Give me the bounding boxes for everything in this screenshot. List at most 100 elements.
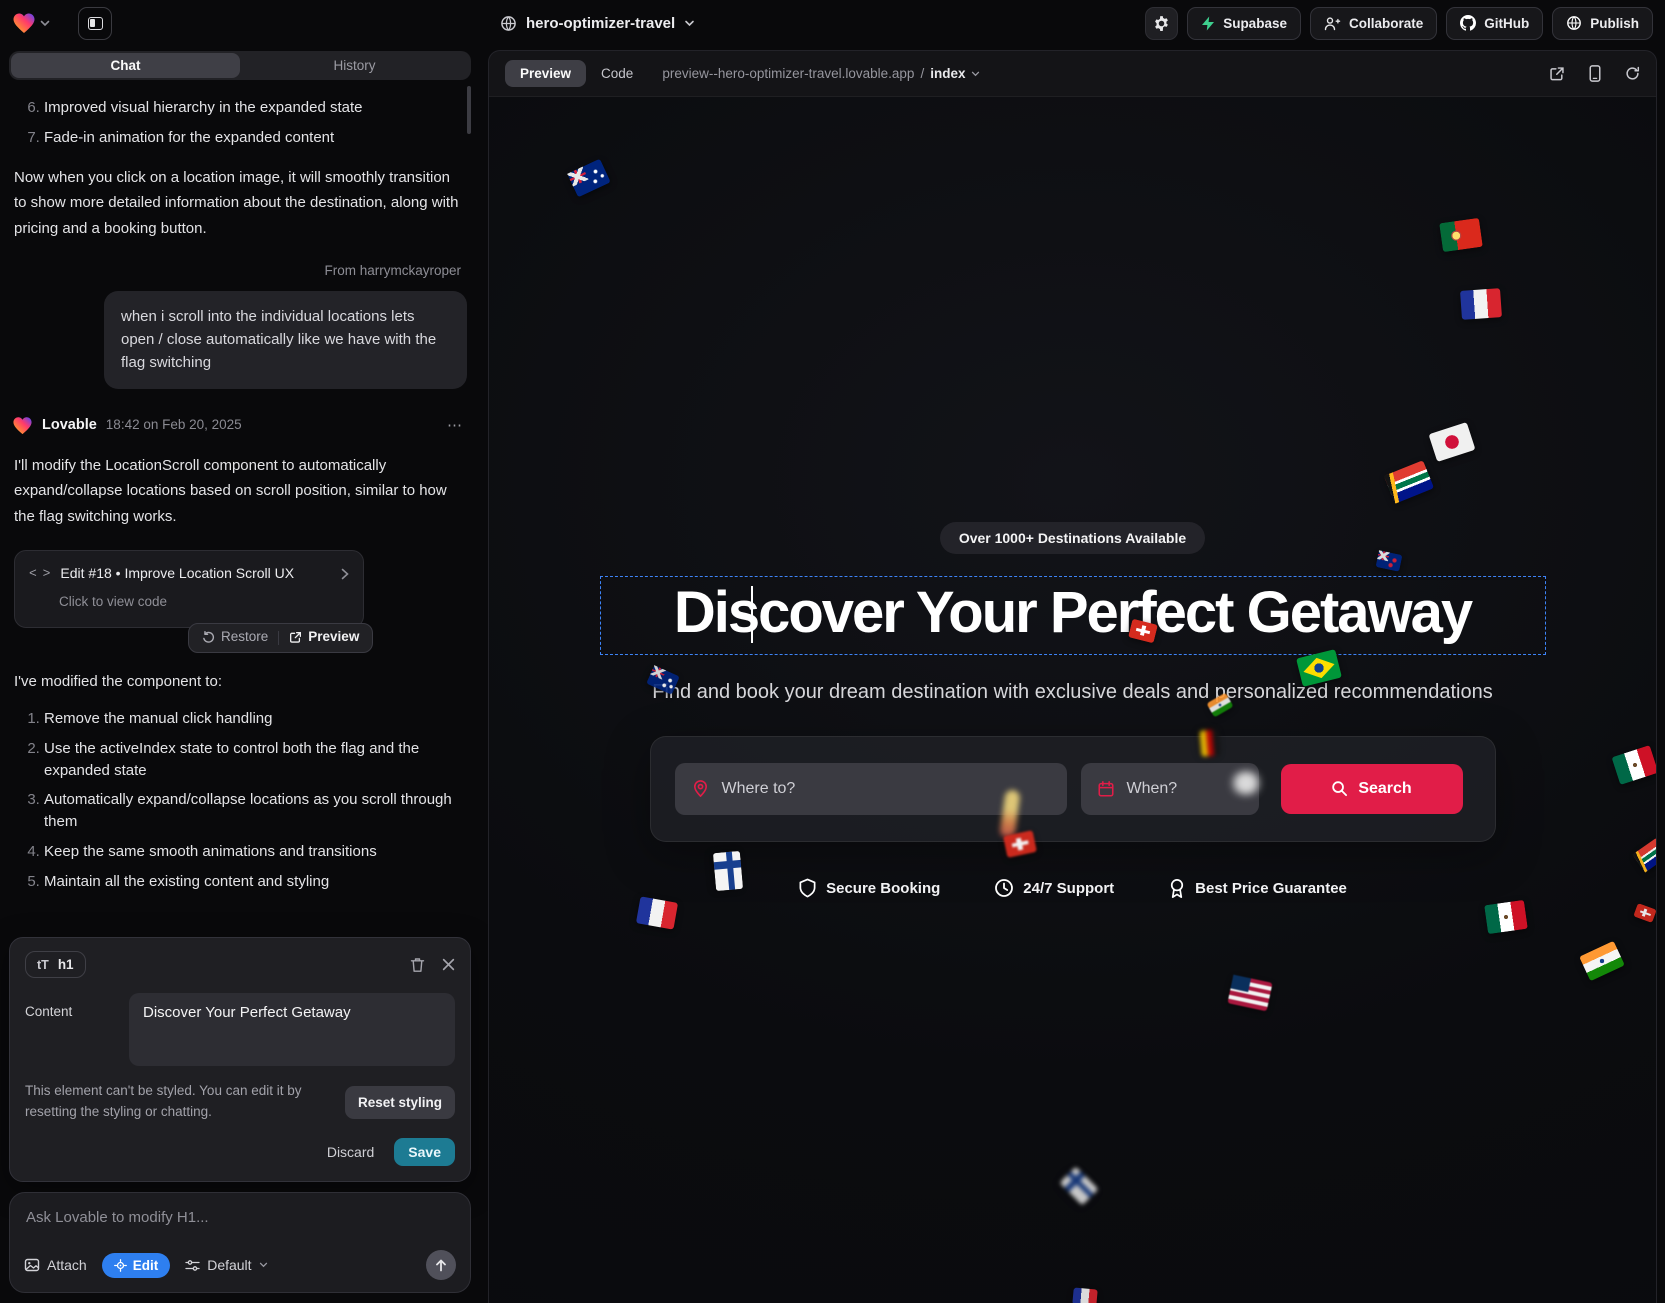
user-message-bubble: when i scroll into the individual locati… [104,291,467,389]
settings-button[interactable] [1145,7,1178,40]
edit-mode-toggle[interactable]: Edit [102,1253,171,1278]
lovable-heart-icon [12,12,36,34]
publish-globe-icon [1566,15,1582,31]
search-card: Where to? When? Sear [650,736,1496,842]
supabase-button[interactable]: Supabase [1187,7,1301,40]
assistant-list-previous: Improved visual hierarchy in the expande… [12,97,467,149]
flag-usa-icon [1227,975,1272,1012]
element-tag: h1 [58,957,74,972]
reset-styling-button[interactable]: Reset styling [345,1086,455,1119]
preview-version-button[interactable]: Preview [279,627,369,648]
list-item: Automatically expand/collapse locations … [44,789,467,833]
attach-button[interactable]: Attach [24,1257,87,1273]
edit-card-title: Edit #18 • Improve Location Scroll UX [60,563,330,585]
url-domain: preview--hero-optimizer-travel.lovable.a… [662,66,914,81]
collaborate-button[interactable]: Collaborate [1310,7,1437,40]
type-icon: tT [37,958,49,972]
restore-button[interactable]: Restore [192,627,278,648]
flag-japan-icon [1428,422,1475,462]
text-caret [751,586,753,643]
github-icon [1460,15,1476,31]
lovable-logo-menu[interactable] [12,12,50,34]
chevron-down-icon [971,71,980,77]
chevron-down-icon [684,20,695,27]
sliders-icon [185,1259,200,1272]
close-icon[interactable] [442,958,455,971]
trash-icon[interactable] [410,957,425,973]
edit-version-card[interactable]: < > Edit #18 • Improve Location Scroll U… [14,550,364,628]
chevron-down-icon [259,1262,268,1268]
feature-support: 24/7 Support [994,878,1114,899]
external-link-icon [289,631,302,644]
attach-image-icon [24,1257,40,1273]
search-icon [1331,780,1348,797]
refresh-icon[interactable] [1625,66,1640,81]
tab-code[interactable]: Code [601,66,633,81]
hero-subheading: Find and book your dream destination wit… [568,681,1578,704]
flag-southafrica-icon [1632,837,1656,872]
selected-element-outline: Discover Your Perfect Getaway [600,576,1546,655]
send-button[interactable] [426,1250,456,1280]
list-item: Improved visual hierarchy in the expande… [44,97,467,119]
location-pin-icon [691,779,710,798]
composer-placeholder[interactable]: Ask Lovable to modify H1... [26,1209,454,1226]
supabase-icon [1201,16,1215,31]
styling-note: This element can't be styled. You can ed… [25,1081,333,1123]
open-in-new-tab-icon[interactable] [1549,66,1565,82]
chat-scrollbar[interactable] [467,86,471,134]
search-button[interactable]: Search [1281,764,1463,814]
destinations-badge: Over 1000+ Destinations Available [940,522,1205,554]
discard-button[interactable]: Discard [327,1144,374,1160]
flag-mexico-icon [1484,900,1528,934]
edit-card-subtitle: Click to view code [59,592,349,613]
assistant-list-modifications: Remove the manual click handlingUse the … [12,708,467,892]
hero-heading[interactable]: Discover Your Perfect Getaway [601,582,1545,645]
tab-preview[interactable]: Preview [505,60,586,87]
tab-history[interactable]: History [240,53,469,78]
chevron-down-icon [40,20,50,27]
flag-australia-icon [567,159,611,198]
tab-chat[interactable]: Chat [11,53,240,78]
project-switcher[interactable]: hero-optimizer-travel [500,15,695,32]
model-selector[interactable]: Default [185,1257,267,1273]
project-name: hero-optimizer-travel [526,15,675,32]
top-header: hero-optimizer-travel Supabase [0,0,1665,46]
chat-composer[interactable]: Ask Lovable to modify H1... Attach [9,1192,471,1293]
content-input[interactable]: Discover Your Perfect Getaway [129,993,455,1066]
element-type-badge: tT h1 [25,951,86,978]
collaborate-users-icon [1324,16,1341,31]
chevron-right-icon [341,568,349,580]
publish-button[interactable]: Publish [1552,7,1653,40]
assistant-paragraph: Now when you click on a location image, … [14,165,465,242]
preview-toolbar: Preview Code preview--hero-optimizer-tra… [489,51,1656,97]
gear-icon [1153,15,1170,32]
chat-scroll-area: Improved visual hierarchy in the expande… [9,82,471,937]
mobile-view-icon[interactable] [1589,65,1601,82]
github-button[interactable]: GitHub [1446,7,1543,40]
calendar-icon [1097,780,1115,798]
feature-price-guarantee: Best Price Guarantee [1168,878,1347,899]
flag-portugal-icon [1439,218,1483,252]
award-icon [1168,878,1186,899]
agent-message-header: Lovable 18:42 on Feb 20, 2025 ⋯ [12,414,467,437]
restore-icon [202,631,215,644]
assistant-paragraph: I've modified the component to: [14,669,465,695]
app-window: hero-optimizer-travel Supabase [0,0,1665,1303]
sidebar-tabs: Chat History [9,51,471,80]
flag-mexico-icon [1611,745,1656,785]
preview-url[interactable]: preview--hero-optimizer-travel.lovable.a… [662,66,980,81]
content-label: Content [25,993,115,1066]
url-page: index [930,66,965,81]
toggle-sidebar-button[interactable] [78,7,112,40]
agent-name: Lovable [42,414,97,436]
feature-secure-booking: Secure Booking [798,878,940,899]
chat-sidebar: Chat History Improved visual hierarchy i… [0,46,480,1303]
when-placeholder: When? [1127,780,1178,798]
flag-france-icon [1072,1287,1097,1303]
when-input[interactable]: When? [1081,763,1259,815]
save-button[interactable]: Save [394,1138,455,1166]
flag-southafrica-icon [1384,460,1434,504]
preview-viewport: Over 1000+ Destinations Available Discov… [489,97,1656,1303]
where-input[interactable]: Where to? [675,763,1067,815]
message-menu-icon[interactable]: ⋯ [443,414,467,437]
